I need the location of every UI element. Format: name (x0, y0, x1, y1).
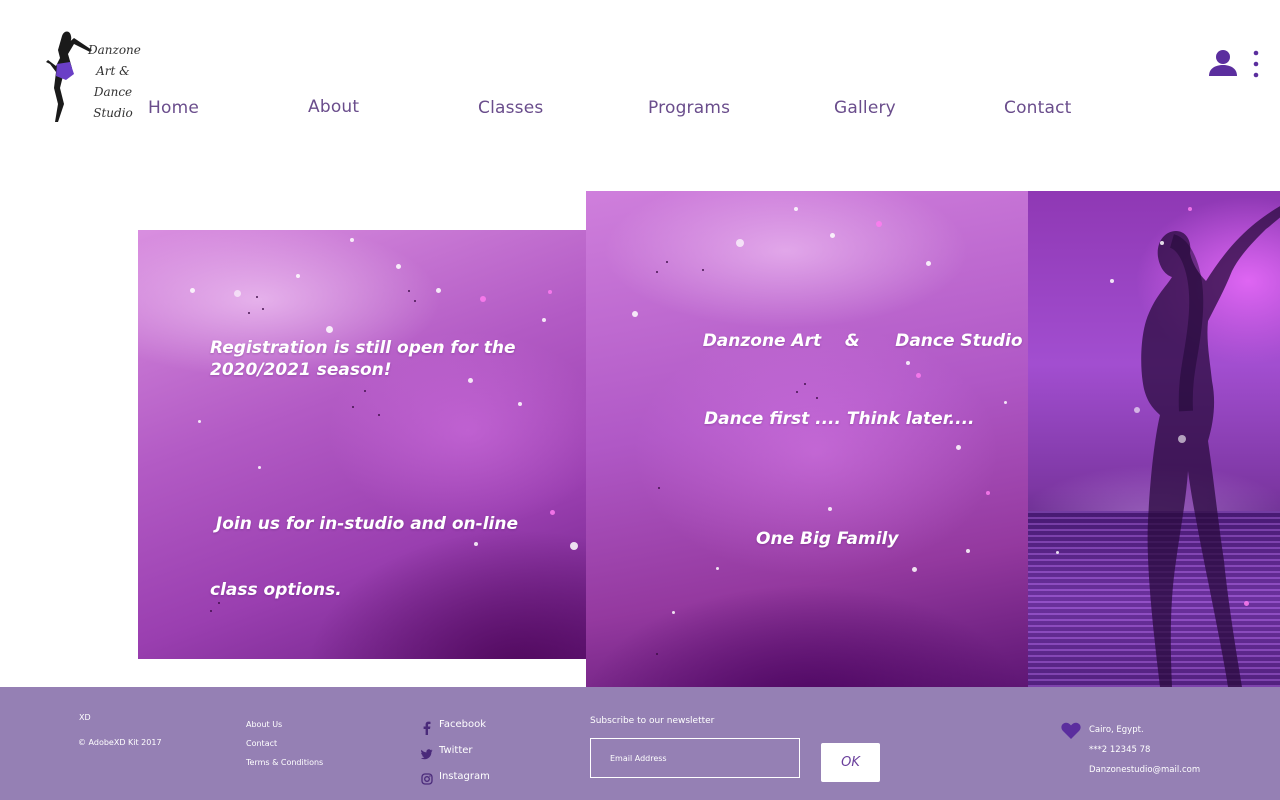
more-vertical-icon[interactable] (1250, 50, 1262, 78)
logo-line: Dance (93, 85, 133, 99)
newsletter-email-input[interactable]: Email Address (590, 738, 800, 778)
nav-about[interactable]: About (308, 97, 359, 117)
registration-line: Registration is still open for the (210, 338, 516, 358)
sparkles-decoration (1028, 191, 1280, 687)
studio-title-part: Danzone Art (702, 331, 822, 351)
footer-link-terms[interactable]: Terms & Conditions (246, 758, 323, 767)
join-line: Join us for in-studio and on-line (210, 514, 519, 534)
sparkles-decoration (586, 191, 1028, 687)
footer-xd: XD (79, 713, 91, 722)
nav-home[interactable]: Home (148, 98, 199, 118)
heart-icon (1061, 722, 1081, 740)
logo-line: Art & (96, 64, 130, 78)
twitter-icon[interactable] (420, 745, 433, 760)
studio-title-amp: & (844, 331, 860, 351)
footer-link-about[interactable]: About Us (246, 720, 282, 729)
studio-panel: Danzone Art & Dance Studio Dance first .… (586, 191, 1028, 687)
instagram-icon[interactable] (421, 770, 433, 785)
motto: One Big Family (756, 529, 899, 549)
footer-copyright: © AdobeXD Kit 2017 (78, 738, 162, 747)
contact-location: Cairo, Egypt. (1089, 725, 1144, 735)
contact-email[interactable]: Danzonestudio@mail.com (1089, 765, 1200, 775)
email-placeholder: Email Address (610, 754, 667, 763)
dancer-image (1028, 191, 1280, 687)
instagram-link[interactable]: Instagram (439, 771, 490, 782)
twitter-link[interactable]: Twitter (439, 745, 473, 756)
logo-line: Danzone (88, 43, 141, 57)
studio-title-part: Dance Studio (895, 331, 1023, 351)
nav-classes[interactable]: Classes (478, 98, 543, 118)
nav-contact[interactable]: Contact (1004, 98, 1072, 118)
studio-title: Danzone Art & Dance Studio (679, 308, 1023, 374)
newsletter-ok-button[interactable]: OK (821, 743, 880, 782)
registration-line: 2020/2021 season! (210, 360, 392, 380)
join-text: Join us for in-studio and on-line class … (210, 469, 518, 645)
logo-line: Studio (93, 106, 133, 120)
newsletter-title: Subscribe to our newsletter (590, 716, 715, 726)
footer-link-contact[interactable]: Contact (246, 739, 277, 748)
facebook-icon[interactable] (421, 720, 433, 735)
dancer-logo-icon (46, 31, 92, 122)
logo-text: Danzone Art & Dance Studio (88, 40, 141, 124)
nav-gallery[interactable]: Gallery (834, 98, 896, 118)
registration-text: Registration is still open for the 2020/… (210, 337, 516, 381)
facebook-link[interactable]: Facebook (439, 719, 486, 730)
contact-phone: ***2 12345 78 (1089, 745, 1151, 755)
nav-programs[interactable]: Programs (648, 98, 730, 118)
registration-panel: Registration is still open for the 2020/… (138, 230, 586, 659)
tagline: Dance first .... Think later.... (704, 409, 975, 429)
user-icon[interactable] (1208, 48, 1238, 78)
join-line: class options. (210, 580, 342, 600)
